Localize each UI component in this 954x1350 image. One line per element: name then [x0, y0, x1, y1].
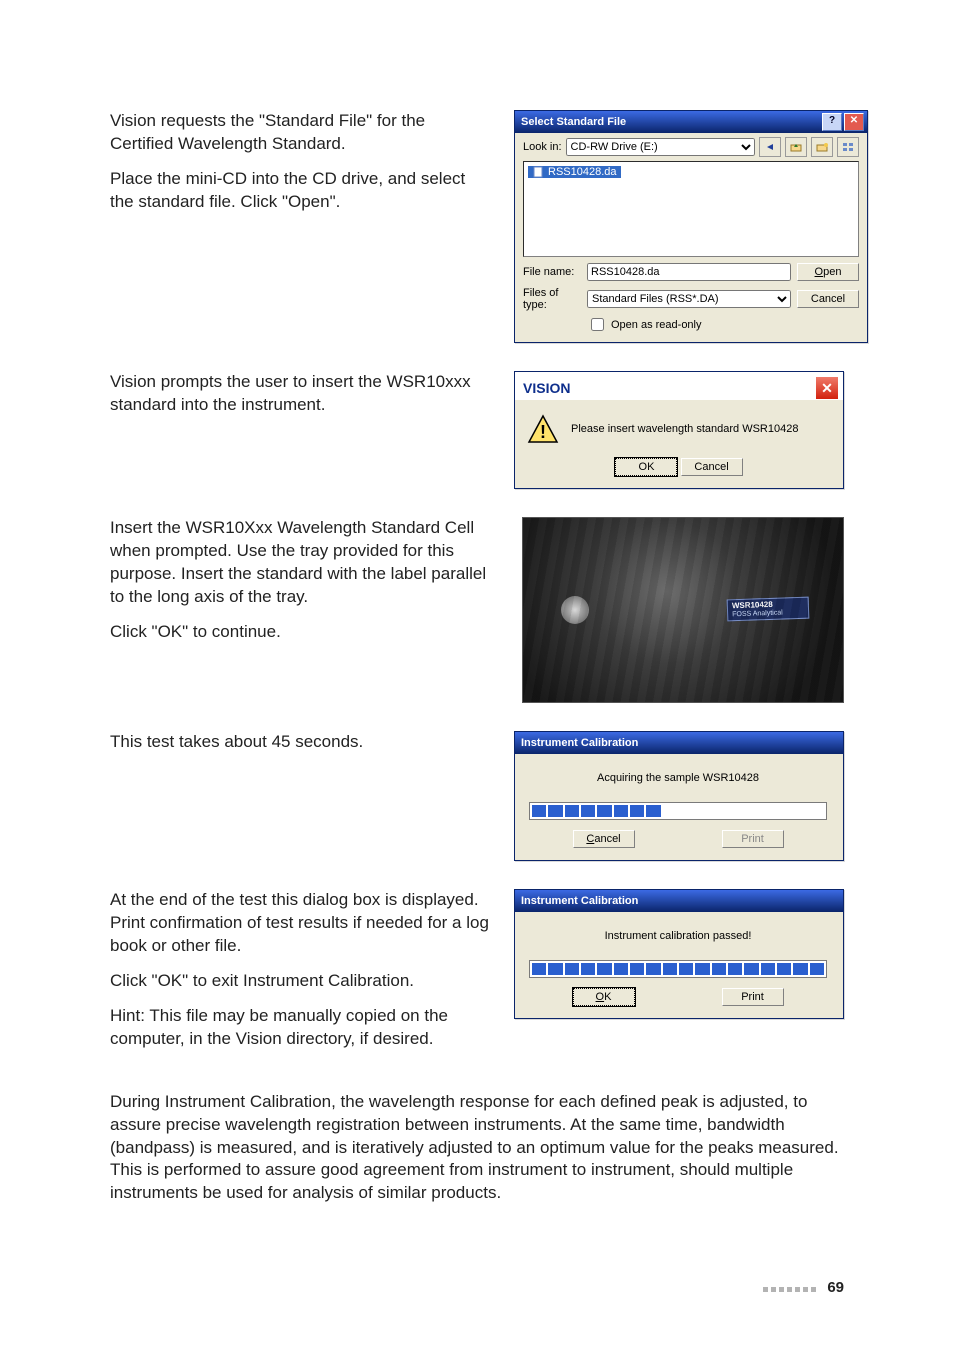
body-text: Vision prompts the user to insert the WS… [110, 371, 490, 417]
dialog-title: Select Standard File [521, 116, 820, 128]
readonly-label: Open as read-only [611, 319, 702, 331]
lookin-select[interactable]: CD-RW Drive (E:) [566, 138, 755, 156]
close-button[interactable]: ✕ [844, 113, 864, 131]
progress-bar [529, 960, 827, 978]
file-icon [532, 166, 544, 178]
warning-icon: ! [527, 414, 559, 444]
ok-button[interactable]: OK [615, 458, 677, 476]
page-number: 69 [827, 1279, 844, 1296]
progress-bar [529, 802, 827, 820]
cell-label: WSR10428 FOSS Analytical [727, 597, 810, 622]
close-button[interactable]: ✕ [815, 376, 839, 400]
up-folder-icon[interactable] [785, 137, 807, 157]
ok-button[interactable]: OK [573, 988, 635, 1006]
calibration-passed-dialog: Instrument Calibration Instrument calibr… [514, 889, 844, 1019]
print-button[interactable]: Print [722, 988, 784, 1006]
back-icon[interactable] [759, 137, 781, 157]
dialog-title: Instrument Calibration [521, 895, 840, 907]
footer-dots-icon [763, 1279, 819, 1296]
dialog-title: Instrument Calibration [521, 737, 840, 749]
view-menu-icon[interactable] [837, 137, 859, 157]
readonly-checkbox[interactable] [591, 318, 604, 331]
filetype-select[interactable]: Standard Files (RSS*.DA) [587, 290, 791, 308]
vision-prompt-dialog: VISION ✕ ! Please insert wavelength stan… [514, 371, 844, 489]
body-text: Place the mini-CD into the CD drive, and… [110, 168, 490, 214]
help-button[interactable]: ? [822, 113, 842, 131]
new-folder-icon[interactable] [811, 137, 833, 157]
file-open-dialog: Select Standard File ? ✕ Look in: CD-RW … [514, 110, 868, 343]
calibration-progress-dialog: Instrument Calibration Acquiring the sam… [514, 731, 844, 861]
body-text: Hint: This file may be manually copied o… [110, 1005, 490, 1051]
body-text: During Instrument Calibration, the wavel… [110, 1091, 844, 1206]
body-text: Click "OK" to continue. [110, 621, 490, 644]
body-text: This test takes about 45 seconds. [110, 731, 490, 754]
cancel-button[interactable]: Cancel [573, 830, 635, 848]
print-button: Print [722, 830, 784, 848]
lookin-label: Look in: [523, 141, 562, 153]
body-text: Click "OK" to exit Instrument Calibratio… [110, 970, 490, 993]
progress-message: Acquiring the sample WSR10428 [529, 772, 827, 784]
filename-label: File name: [523, 266, 581, 278]
filename-input[interactable] [587, 263, 791, 281]
open-button[interactable]: Open [797, 263, 859, 281]
dialog-message: Please insert wavelength standard WSR104… [571, 423, 798, 435]
instrument-tray-photo: WSR10428 FOSS Analytical [522, 517, 844, 703]
body-text: At the end of the test this dialog box i… [110, 889, 490, 958]
cancel-button[interactable]: Cancel [797, 290, 859, 308]
body-text: Insert the WSR10Xxx Wavelength Standard … [110, 517, 490, 609]
cancel-button[interactable]: Cancel [681, 458, 743, 476]
file-item[interactable]: RSS10428.da [528, 166, 621, 178]
file-list[interactable]: RSS10428.da [523, 161, 859, 257]
body-text: Vision requests the "Standard File" for … [110, 110, 490, 156]
svg-text:!: ! [540, 422, 546, 442]
page-footer: 69 [763, 1279, 844, 1296]
dialog-title: VISION [523, 380, 570, 396]
progress-message: Instrument calibration passed! [529, 930, 827, 942]
filetype-label: Files of type: [523, 287, 581, 311]
